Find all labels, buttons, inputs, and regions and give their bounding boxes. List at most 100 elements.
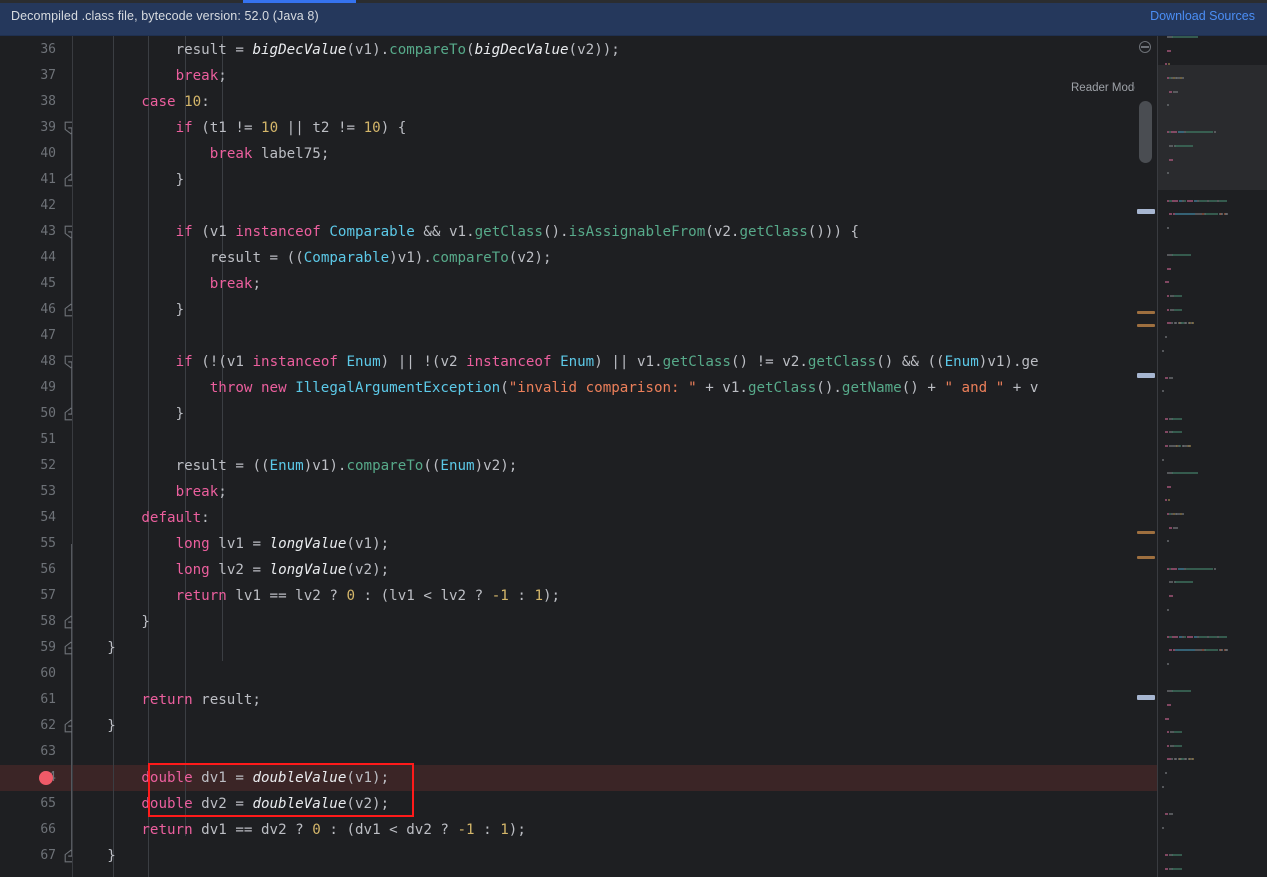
- minimap-code-mark: [1167, 63, 1170, 66]
- line-number: 59: [40, 640, 56, 655]
- minimap-code-mark: [1167, 663, 1170, 666]
- minimap-code-mark: [1167, 254, 1171, 257]
- code-line[interactable]: if (v1 instanceof Comparable && v1.getCl…: [73, 219, 1157, 245]
- code-editor[interactable]: 36 37 38 39 40 41 42 43 44 45 46 47 48 49 50 51 52 53 54 55…: [0, 36, 1267, 877]
- info-stripe-mark[interactable]: [1137, 209, 1155, 214]
- line-number: 58: [40, 614, 56, 629]
- warning-stripe-mark[interactable]: [1137, 311, 1155, 314]
- code-line[interactable]: return result;: [73, 687, 1157, 713]
- code-line[interactable]: break;: [73, 271, 1157, 297]
- code-line[interactable]: long lv1 = longValue(v1);: [73, 531, 1157, 557]
- code-line[interactable]: [73, 193, 1157, 219]
- code-line[interactable]: result = ((Enum)v1).compareTo((Enum)v2);: [73, 453, 1157, 479]
- current-line-stripe-highlight: [1135, 765, 1157, 791]
- code-line[interactable]: }: [73, 635, 1157, 661]
- code-line[interactable]: long lv2 = longValue(v2);: [73, 557, 1157, 583]
- inspections-widget-icon[interactable]: [1139, 41, 1151, 53]
- code-line[interactable]: break;: [73, 63, 1157, 89]
- line-number: 36: [40, 42, 56, 57]
- minimap-code-mark: [1169, 158, 1173, 161]
- warning-stripe-mark[interactable]: [1137, 556, 1155, 559]
- code-line[interactable]: }: [73, 713, 1157, 739]
- error-stripe-scrollbar[interactable]: [1135, 36, 1157, 877]
- code-line-text: }: [175, 406, 185, 422]
- minimap-code-mark: [1208, 635, 1217, 638]
- code-line[interactable]: result = bigDecValue(v1).compareTo(bigDe…: [73, 37, 1157, 63]
- minimap-code-mark: [1173, 308, 1182, 311]
- code-line[interactable]: return lv1 == lv2 ? 0 : (lv1 < lv2 ? -1 …: [73, 583, 1157, 609]
- minimap-code-mark: [1169, 213, 1173, 216]
- code-line[interactable]: }: [73, 297, 1157, 323]
- info-stripe-mark[interactable]: [1137, 695, 1155, 700]
- minimap-code-mark: [1162, 785, 1165, 788]
- code-line[interactable]: }: [73, 167, 1157, 193]
- reader-mode-label[interactable]: Reader Mode: [1071, 82, 1141, 94]
- warning-stripe-mark[interactable]: [1137, 531, 1155, 534]
- code-line[interactable]: double dv2 = doubleValue(v2);: [73, 791, 1157, 817]
- download-sources-link[interactable]: Download Sources: [1150, 9, 1255, 23]
- minimap-code-mark: [1172, 526, 1178, 529]
- minimap-code-mark: [1173, 731, 1182, 734]
- line-number: 60: [40, 666, 56, 681]
- minimap-code-mark: [1167, 172, 1170, 175]
- minimap-code-mark: [1189, 444, 1192, 447]
- code-line[interactable]: default:: [73, 505, 1157, 531]
- code-line[interactable]: }: [73, 609, 1157, 635]
- minimap-code-mark: [1164, 376, 1169, 379]
- minimap-code-mark: [1191, 758, 1194, 761]
- code-line-text: double dv2 = doubleValue(v2);: [141, 796, 390, 812]
- code-content[interactable]: result = bigDecValue(v1).compareTo(bigDe…: [73, 36, 1157, 877]
- code-line[interactable]: [73, 661, 1157, 687]
- line-number: 45: [40, 276, 56, 291]
- line-number: 37: [40, 68, 56, 83]
- line-number: 63: [40, 744, 56, 759]
- minimap-code-mark: [1208, 199, 1217, 202]
- minimap-code-mark: [1167, 472, 1171, 475]
- minimap-code-mark: [1172, 199, 1179, 202]
- minimap-code-mark: [1173, 744, 1182, 747]
- code-line-text: }: [175, 172, 185, 188]
- code-line-text: result = bigDecValue(v1).compareTo(bigDe…: [175, 42, 620, 58]
- minimap-code-mark: [1162, 390, 1165, 393]
- code-line[interactable]: double dv1 = doubleValue(v1);: [73, 765, 1157, 791]
- code-line[interactable]: result = ((Comparable)v1).compareTo(v2);: [73, 245, 1157, 271]
- minimap-code-mark: [1164, 853, 1169, 856]
- minimap-code-mark: [1172, 690, 1191, 693]
- minimap-code-mark: [1167, 485, 1171, 488]
- info-stripe-mark[interactable]: [1137, 373, 1155, 378]
- code-line[interactable]: if (t1 != 10 || t2 != 10) {: [73, 115, 1157, 141]
- code-line-text: }: [141, 614, 150, 630]
- scrollbar-thumb[interactable]: [1139, 101, 1152, 163]
- code-line-text: }: [175, 302, 185, 318]
- line-number: 50: [40, 406, 56, 421]
- minimap-viewport-indicator[interactable]: [1158, 65, 1267, 190]
- line-number: 43: [40, 224, 56, 239]
- line-number: 46: [40, 302, 56, 317]
- code-line-text: result = ((Comparable)v1).compareTo(v2);: [209, 250, 552, 266]
- warning-stripe-mark[interactable]: [1137, 324, 1155, 327]
- minimap-code-mark: [1193, 199, 1197, 202]
- minimap-code-mark: [1172, 431, 1182, 434]
- minimap-code-mark: [1167, 608, 1170, 611]
- code-line[interactable]: }: [73, 401, 1157, 427]
- code-line[interactable]: }: [73, 843, 1157, 869]
- code-line[interactable]: if (!(v1 instanceof Enum) || !(v2 instan…: [73, 349, 1157, 375]
- code-line[interactable]: [73, 739, 1157, 765]
- minimap-code-mark: [1169, 594, 1173, 597]
- editor-gutter[interactable]: 36 37 38 39 40 41 42 43 44 45 46 47 48 49 50 51 52 53 54 55…: [0, 36, 78, 877]
- line-number: 41: [40, 172, 56, 187]
- minimap-code-mark: [1191, 322, 1194, 325]
- code-line[interactable]: throw new IllegalArgumentException("inva…: [73, 375, 1157, 401]
- line-number: 53: [40, 484, 56, 499]
- code-line[interactable]: break label75;: [73, 141, 1157, 167]
- minimap-code-mark: [1162, 349, 1165, 352]
- minimap-code-mark: [1175, 213, 1195, 216]
- code-line[interactable]: [73, 427, 1157, 453]
- breakpoint-icon[interactable]: [39, 771, 53, 785]
- minimap-code-mark: [1177, 131, 1184, 134]
- code-minimap[interactable]: [1158, 36, 1267, 877]
- code-line[interactable]: break;: [73, 479, 1157, 505]
- code-line[interactable]: return dv1 == dv2 ? 0 : (dv1 < dv2 ? -1 …: [73, 817, 1157, 843]
- code-line[interactable]: [73, 323, 1157, 349]
- code-line[interactable]: case 10:: [73, 89, 1157, 115]
